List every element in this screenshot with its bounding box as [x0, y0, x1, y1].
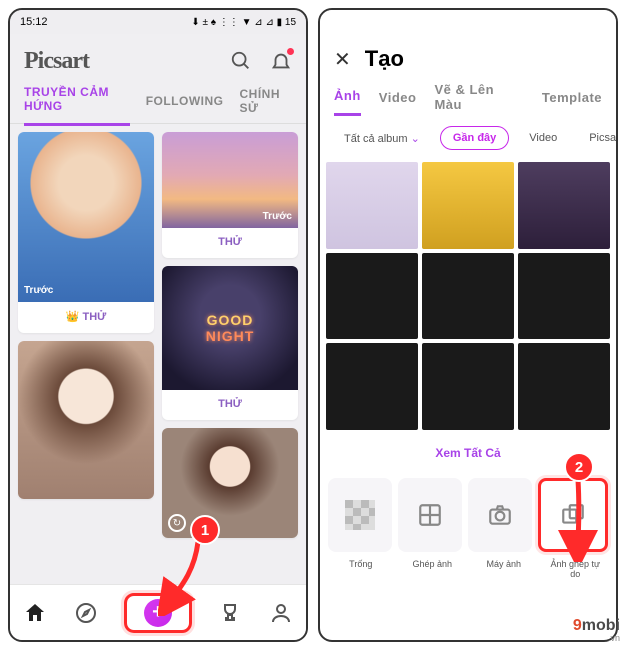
status-bar [320, 10, 616, 34]
try-button[interactable]: THỬ [162, 228, 298, 258]
feed-card[interactable]: Trước 👑 THỬ [18, 132, 154, 333]
app-header: Picsart [10, 34, 306, 88]
close-icon[interactable]: ✕ [334, 47, 351, 72]
feed-card[interactable]: ↻ [162, 428, 298, 538]
explore-icon[interactable] [73, 600, 99, 626]
photo-thumb[interactable] [518, 253, 610, 340]
tab-edit[interactable]: CHÍNH SỬ [240, 87, 292, 125]
feed-card[interactable]: Trước THỬ [162, 132, 298, 258]
tab-following[interactable]: FOLLOWING [146, 94, 224, 118]
grid-icon [415, 500, 445, 530]
step-badge-2: 2 [564, 452, 594, 482]
try-button[interactable]: 👑 THỬ [18, 302, 154, 333]
tab-draw[interactable]: Vẽ & Lên Màu [434, 82, 523, 122]
refresh-icon[interactable]: ↻ [168, 514, 186, 532]
create-header: ✕ Tạo [320, 34, 616, 84]
search-icon[interactable] [230, 50, 252, 72]
tool-collage[interactable] [398, 478, 462, 552]
photo-thumb[interactable] [326, 162, 418, 249]
create-title: Tạo [365, 46, 404, 72]
filter-recent[interactable]: Gần đây [440, 126, 509, 150]
status-time: 15:12 [20, 16, 48, 28]
filter-picsart[interactable]: Picsa [577, 127, 618, 149]
trophy-icon[interactable] [217, 600, 243, 626]
app-logo: Picsart [24, 48, 89, 75]
tool-camera[interactable] [468, 478, 532, 552]
step-badge-1: 1 [190, 515, 220, 545]
tab-inspire[interactable]: TRUYỀN CẢM HỨNG [24, 85, 130, 126]
tool-label: Máy ảnh [471, 560, 537, 580]
tab-video[interactable]: Video [379, 90, 417, 115]
feed-card[interactable] [18, 341, 154, 499]
bell-icon[interactable] [270, 50, 292, 72]
chevron-down-icon: ⌄ [411, 133, 420, 145]
status-icons: ⬇ ± ♠ ⋮⋮ ▼ ⊿ ⊿ ▮ 15 [191, 17, 296, 28]
tool-label: Ghép ảnh [400, 560, 466, 580]
photo-thumb[interactable] [422, 253, 514, 340]
filter-video[interactable]: Video [517, 127, 569, 149]
watermark: 9mobi .vn [573, 617, 620, 642]
filter-row: Tất cả album ⌄ Gần đây Video Picsa [320, 120, 616, 156]
transparent-icon [345, 500, 375, 530]
goodnight-sticker: GOODNIGHT [176, 291, 285, 365]
arrow-1 [158, 534, 208, 616]
tool-label: Ảnh ghép tự do [543, 560, 609, 580]
album-dropdown[interactable]: Tất cả album ⌄ [332, 127, 432, 150]
profile-icon[interactable] [268, 600, 294, 626]
photo-thumb[interactable] [422, 162, 514, 249]
tab-template[interactable]: Template [542, 90, 602, 115]
try-button[interactable]: THỬ [162, 390, 298, 420]
photo-thumb[interactable] [326, 253, 418, 340]
tool-empty[interactable] [328, 478, 392, 552]
phone-left: 15:12 ⬇ ± ♠ ⋮⋮ ▼ ⊿ ⊿ ▮ 15 Picsart TRUYỀN… [8, 8, 308, 642]
feed-card[interactable]: GOODNIGHT THỬ [162, 266, 298, 420]
feed: Trước 👑 THỬ Trước THỬ GOODNIGHT [10, 124, 306, 584]
home-icon[interactable] [22, 600, 48, 626]
photo-thumb[interactable] [518, 343, 610, 430]
tool-label: Trống [328, 560, 394, 580]
photo-grid [320, 156, 616, 436]
phone-right: ✕ Tạo Ảnh Video Vẽ & Lên Màu Template Tấ… [318, 8, 618, 642]
arrow-2 [558, 474, 598, 562]
photo-thumb[interactable] [422, 343, 514, 430]
feed-tabs: TRUYỀN CẢM HỨNG FOLLOWING CHÍNH SỬ [10, 88, 306, 124]
camera-icon [485, 500, 515, 530]
photo-thumb[interactable] [326, 343, 418, 430]
photo-thumb[interactable] [518, 162, 610, 249]
create-tabs: Ảnh Video Vẽ & Lên Màu Template [320, 84, 616, 120]
tab-photo[interactable]: Ảnh [334, 88, 361, 116]
status-bar: 15:12 ⬇ ± ♠ ⋮⋮ ▼ ⊿ ⊿ ▮ 15 [10, 10, 306, 34]
